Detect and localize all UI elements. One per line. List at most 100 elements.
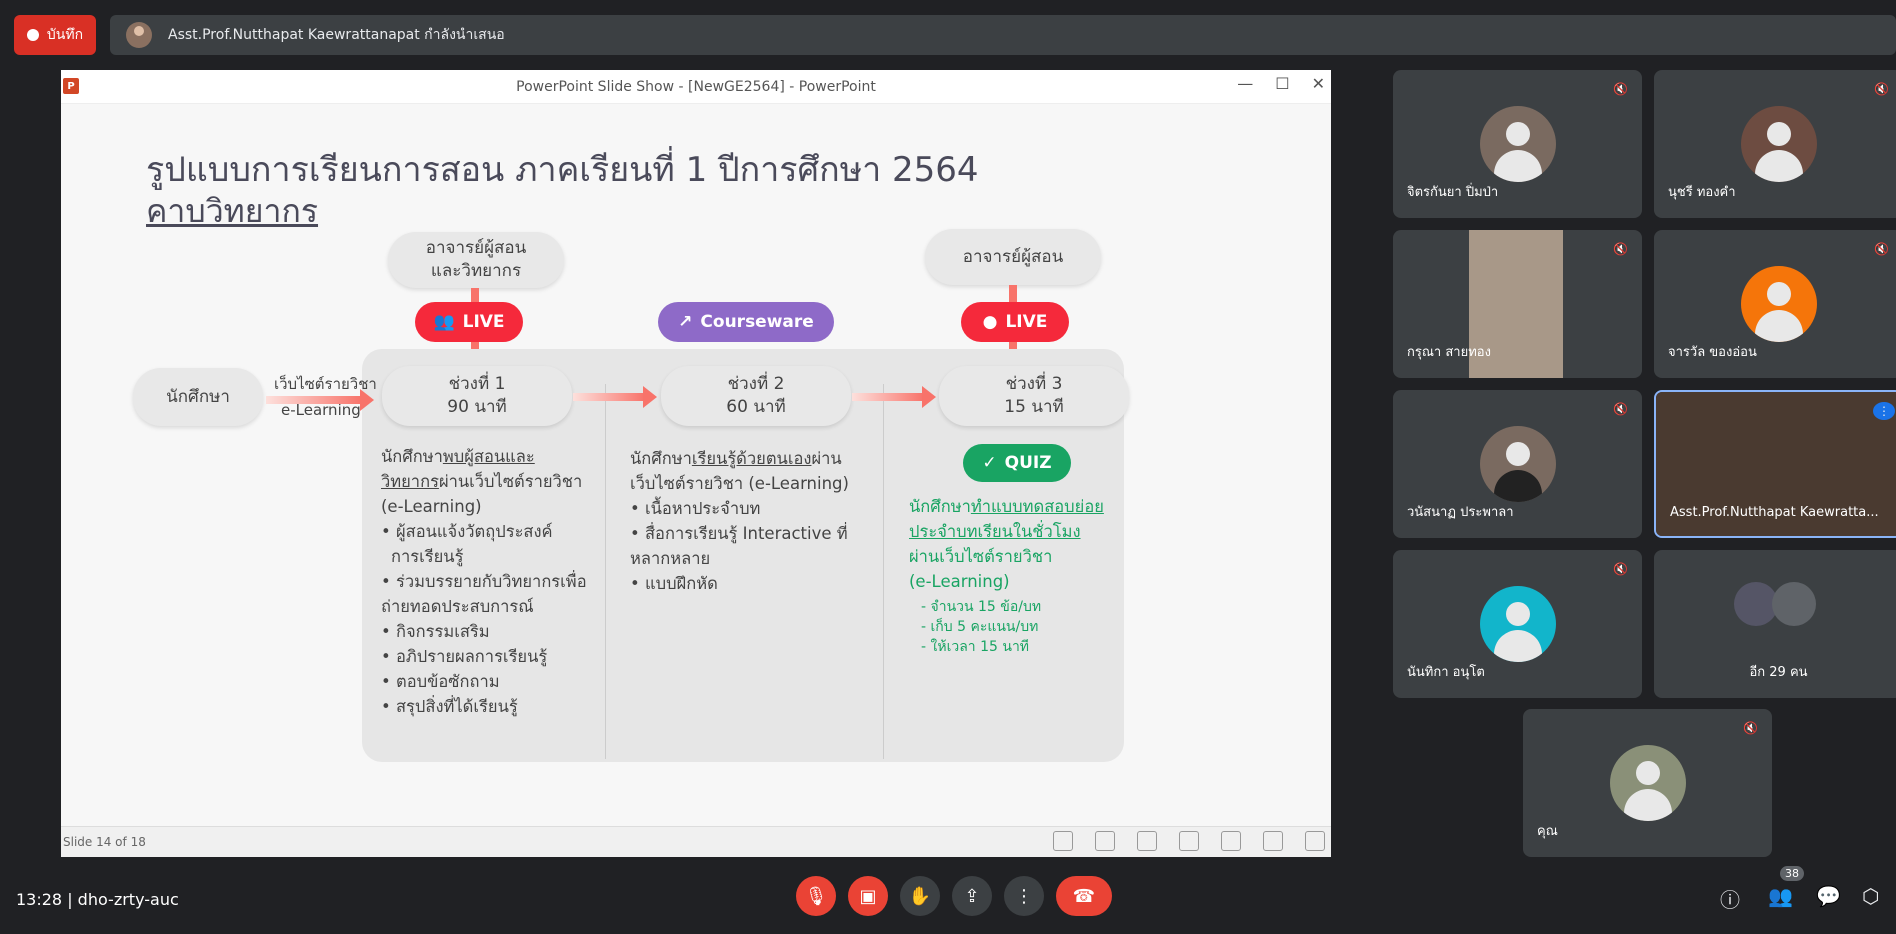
bullet: • กิจกรรมเสริม (381, 622, 490, 641)
sub-item: - จำนวน 15 ข้อ/บท (921, 599, 1042, 615)
presenter-avatar (126, 22, 152, 48)
period-duration: 15 นาที (1004, 397, 1064, 417)
live-label: LIVE (1005, 312, 1048, 332)
record-label: บันทึก (46, 27, 84, 43)
period-2-pill: ช่วงที่ 2 60 นาที (661, 366, 851, 426)
quiz-label: QUIZ (1004, 453, 1052, 473)
time: 13:28 (16, 890, 63, 909)
participant-avatar (1609, 745, 1686, 821)
student-pill: นักศึกษา (133, 368, 263, 426)
text: นักศึกษา (630, 449, 692, 468)
default-avatar-icon (1740, 106, 1817, 182)
mic-off-icon: 🔇 (1743, 721, 1758, 735)
chat-icon[interactable]: 💬 (1816, 884, 1841, 908)
courseware-tag: ↗ Courseware (658, 302, 834, 342)
slideshow-icon[interactable] (1305, 831, 1325, 851)
participant-name: คุณ (1537, 824, 1558, 839)
self-tile[interactable]: 🔇 คุณ (1523, 709, 1772, 857)
participant-tile[interactable]: 🔇 กรุณา สายทอง (1393, 230, 1642, 378)
present-button[interactable]: ⇪ (952, 876, 992, 916)
activities-icon[interactable]: ⬡ (1862, 884, 1879, 908)
period-3-pill: ช่วงที่ 3 15 นาที (939, 366, 1129, 426)
others-tile[interactable]: อีก 29 คน (1654, 550, 1896, 698)
bullet: • อภิปรายผลการเรียนรู้ (381, 647, 548, 666)
people-icon[interactable]: 👥 (1768, 884, 1793, 908)
participant-avatar (1479, 106, 1556, 182)
participant-tile[interactable]: 🔇 จารวัล ของอ่อน (1654, 230, 1896, 378)
camera-off-icon: ▣ (859, 885, 877, 907)
text: ทำแบบทดสอบย่อย (970, 497, 1104, 516)
top-bar: บันทึก Asst.Prof.Nutthapat Kaewrattanapa… (0, 0, 1896, 70)
people-icon: 👥 (433, 312, 455, 332)
mic-off-icon: 🔇 (1874, 242, 1889, 256)
period-duration: 90 นาที (447, 397, 507, 417)
record-dot-icon (26, 29, 39, 41)
teacher-and-speaker-pill: อาจารย์ผู้สอน และวิทยากร (388, 232, 564, 288)
record-button[interactable]: บันทึก (14, 15, 96, 55)
bullet: • ตอบข้อซักถาม (381, 672, 500, 691)
right-arrow (573, 386, 657, 408)
info-icon[interactable]: ⓘ (1720, 884, 1740, 913)
participant-name: Asst.Prof.Nutthapat Kaewratta... (1670, 505, 1879, 520)
reading-view-icon[interactable] (1263, 831, 1283, 851)
menu-icon[interactable] (1095, 831, 1115, 851)
ppt-window-title: PowerPoint Slide Show - [NewGE2564] - Po… (516, 78, 876, 95)
participant-tile[interactable]: 🔇 วนัสนาฏ ประพาลา (1393, 390, 1642, 538)
bullet: • ร่วมบรรยายกับวิทยากรเพื่อ (381, 572, 587, 591)
check-icon: ✓ (982, 453, 997, 473)
presenter-banner[interactable]: Asst.Prof.Nutthapat Kaewrattanapat กำลัง… (110, 15, 1896, 55)
raise-hand-button[interactable]: ✋ (900, 876, 940, 916)
participant-tile[interactable]: 🔇 นุชรี ทองคำ (1654, 70, 1896, 218)
powerpoint-icon: P (63, 78, 79, 94)
text: (e-Learning) (381, 497, 482, 516)
slide: รูปแบบการเรียนการสอน ภาคเรียนที่ 1 ปีการ… (61, 104, 1331, 826)
others-count: อีก 29 คน (1749, 665, 1808, 680)
text: ผ่านเว็บไซต์รายวิชา (909, 547, 1053, 566)
divider (883, 384, 884, 759)
participant-name: จารวัล ของอ่อน (1668, 345, 1757, 360)
next-slide-icon[interactable] (1137, 831, 1157, 851)
more-options-button[interactable]: ⋮ (1004, 876, 1044, 916)
live-tag-1: 👥 LIVE (415, 302, 523, 342)
period-1-pill: ช่วงที่ 1 90 นาที (382, 366, 572, 426)
participant-name: กรุณา สายทอง (1407, 345, 1491, 360)
close-icon[interactable]: ✕ (1312, 74, 1325, 93)
meeting-time: 13:28 | dho-zrty-auc (16, 890, 179, 909)
leave-call-button[interactable]: ☎ (1056, 876, 1112, 916)
mic-off-icon: 🔇 (1613, 82, 1628, 96)
trend-icon: ↗ (678, 312, 693, 332)
bullet: • สื่อการเรียนรู้ Interactive ที่ (630, 524, 848, 543)
mic-off-button[interactable]: 🎙 (796, 876, 836, 916)
participant-tile[interactable]: 🔇 นันทิกา อนุโต (1393, 550, 1642, 698)
period-label: ช่วงที่ 1 (448, 374, 506, 394)
participant-name: นุชรี ทองคำ (1668, 185, 1736, 200)
hand-icon: ✋ (908, 885, 932, 907)
camera-off-button[interactable]: ▣ (848, 876, 888, 916)
normal-view-icon[interactable] (1179, 831, 1199, 851)
maximize-icon[interactable]: ☐ (1275, 74, 1289, 93)
live-label: LIVE (462, 312, 505, 332)
present-icon: ⇪ (964, 885, 980, 907)
default-avatar-icon (1479, 586, 1556, 662)
bottom-bar: 13:28 | dho-zrty-auc 🎙 ▣ ✋ ⇪ ⋮ ☎ ⓘ 👥 38 … (0, 866, 1896, 934)
slide-subtitle: คาบวิทยากร (146, 192, 319, 230)
speaking-icon: ⋮ (1873, 402, 1895, 420)
bullet: การเรียนรู้ (391, 547, 464, 566)
group-icon (1772, 582, 1816, 626)
prev-slide-icon[interactable] (1053, 831, 1073, 851)
pill-line: และวิทยากร (430, 261, 522, 281)
text: เว็บไซต์รายวิชา (e-Learning) (630, 474, 849, 493)
bullet: • สรุปสิ่งที่ได้เรียนรู้ (381, 697, 518, 716)
teacher-pill: อาจารย์ผู้สอน (925, 229, 1101, 285)
text: ประจำบทเรียนในชั่วโมง (909, 522, 1081, 541)
period-2-details: นักศึกษาเรียนรู้ด้วยตนเองผ่าน เว็บไซต์รา… (630, 446, 880, 596)
participant-tile-active[interactable]: ⋮ Asst.Prof.Nutthapat Kaewratta... (1654, 390, 1896, 538)
participant-name: วนัสนาฏ ประพาลา (1407, 505, 1514, 520)
text: (e-Learning) (909, 572, 1010, 591)
minimize-icon[interactable]: — (1237, 74, 1253, 93)
mic-off-icon: 🔇 (1613, 562, 1628, 576)
sub-item: - เก็บ 5 คะแนน/บท (921, 619, 1039, 635)
participant-tile[interactable]: 🔇 จิตรกันยา ปิ่มป่า (1393, 70, 1642, 218)
slide-sorter-icon[interactable] (1221, 831, 1241, 851)
period-label: ช่วงที่ 3 (1005, 374, 1063, 394)
